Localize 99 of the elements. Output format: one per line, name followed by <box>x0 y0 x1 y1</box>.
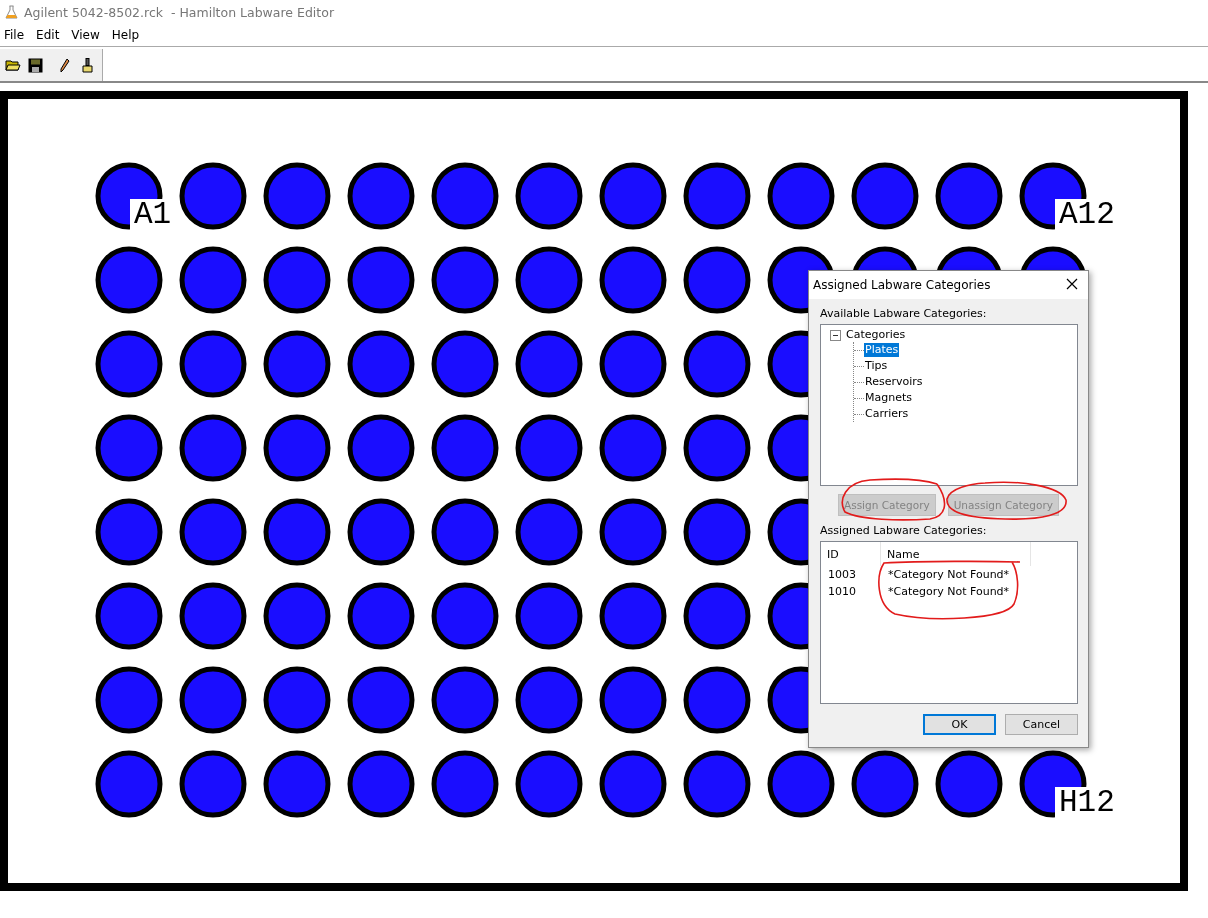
well-circle <box>347 414 415 482</box>
well-circle <box>431 414 499 482</box>
tree-item[interactable]: Carriers <box>864 407 910 421</box>
pencil-icon <box>60 57 70 73</box>
well-circle <box>515 246 583 314</box>
list-cell-text: 1003 <box>827 568 857 581</box>
brush-icon <box>81 57 93 73</box>
well-circle <box>95 414 163 482</box>
well-circle <box>599 582 667 650</box>
well-circle <box>683 582 751 650</box>
close-icon <box>1066 278 1078 290</box>
well-circle <box>431 750 499 818</box>
well-circle <box>599 330 667 398</box>
well-circle <box>431 330 499 398</box>
tree-item[interactable]: Reservoirs <box>864 375 924 389</box>
well-circle <box>95 582 163 650</box>
well-circle <box>263 666 331 734</box>
well-circle <box>431 162 499 230</box>
well-circle <box>347 666 415 734</box>
well-circle <box>431 582 499 650</box>
list-cell-text: *Category Not Found* <box>887 585 1011 598</box>
menu-item[interactable]: Edit <box>32 28 68 42</box>
well-circle <box>179 666 247 734</box>
well-circle <box>515 330 583 398</box>
collapse-toggle[interactable] <box>830 329 841 341</box>
tree-node[interactable]: Categories <box>845 328 907 342</box>
well-circle <box>935 162 1003 230</box>
close-button[interactable] <box>1066 278 1080 292</box>
well-circle <box>263 750 331 818</box>
dialog-button[interactable]: OK <box>923 714 996 735</box>
well-circle <box>431 666 499 734</box>
list-cell-text: *Category Not Found* <box>887 568 1011 581</box>
menu-item[interactable]: View <box>67 28 108 42</box>
well-circle <box>263 582 331 650</box>
well-circle <box>683 162 751 230</box>
well-circle <box>767 162 835 230</box>
toolbar-button[interactable] <box>26 56 44 74</box>
well-circle <box>683 414 751 482</box>
well-circle <box>515 582 583 650</box>
column-header[interactable]: Name <box>881 542 1031 566</box>
well-circle <box>347 498 415 566</box>
dialog-button[interactable]: Cancel <box>1005 714 1078 735</box>
well-circle <box>263 162 331 230</box>
well-circle <box>179 582 247 650</box>
well-circle <box>599 162 667 230</box>
well-circle <box>599 666 667 734</box>
well-circle <box>599 414 667 482</box>
well-circle <box>935 750 1003 818</box>
well-circle <box>599 498 667 566</box>
well-circle <box>347 330 415 398</box>
field-label: Available Labware Categories: <box>820 307 988 320</box>
well-circle <box>851 162 919 230</box>
well-circle <box>95 498 163 566</box>
well-circle <box>515 666 583 734</box>
well-circle <box>431 498 499 566</box>
tree-item[interactable]: Magnets <box>864 391 913 405</box>
well-circle <box>767 750 835 818</box>
well-circle <box>179 414 247 482</box>
well-circle <box>599 750 667 818</box>
well-circle <box>515 162 583 230</box>
well-circle <box>599 246 667 314</box>
well-circle <box>347 246 415 314</box>
well-circle <box>515 414 583 482</box>
well-circle <box>347 750 415 818</box>
well-circle <box>263 246 331 314</box>
well-circle <box>347 582 415 650</box>
well-circle <box>263 330 331 398</box>
flask-icon <box>5 5 18 19</box>
well-circle <box>263 414 331 482</box>
well-circle <box>431 246 499 314</box>
well-circle <box>95 330 163 398</box>
well-circle <box>179 498 247 566</box>
open-folder-icon <box>5 58 21 72</box>
tree-item[interactable]: Plates <box>864 343 900 357</box>
well-circle <box>95 666 163 734</box>
well-circle <box>515 750 583 818</box>
well-circle <box>179 246 247 314</box>
well-circle <box>95 246 163 314</box>
well-circle <box>683 330 751 398</box>
window-title: Agilent 5042-8502.rck - Hamilton Labware Editor <box>24 4 335 20</box>
well-circle <box>179 750 247 818</box>
well-circle <box>851 750 919 818</box>
well-circle <box>263 498 331 566</box>
field-label: Assigned Labware Categories: <box>820 524 988 537</box>
list-cell-text: 1010 <box>827 585 857 598</box>
tree-item[interactable]: Tips <box>864 359 889 373</box>
well-circle <box>515 498 583 566</box>
well-circle <box>683 666 751 734</box>
menu-item[interactable]: Help <box>107 28 148 42</box>
column-header[interactable]: ID <box>821 542 881 566</box>
well-circle <box>179 162 247 230</box>
well-circle <box>347 162 415 230</box>
menu-item[interactable]: File <box>0 28 33 42</box>
well-circle <box>683 750 751 818</box>
well-circle <box>683 498 751 566</box>
well-circle <box>95 750 163 818</box>
dialog-title: Assigned Labware Categories <box>813 278 991 292</box>
well-circle <box>683 246 751 314</box>
well-circle <box>179 330 247 398</box>
